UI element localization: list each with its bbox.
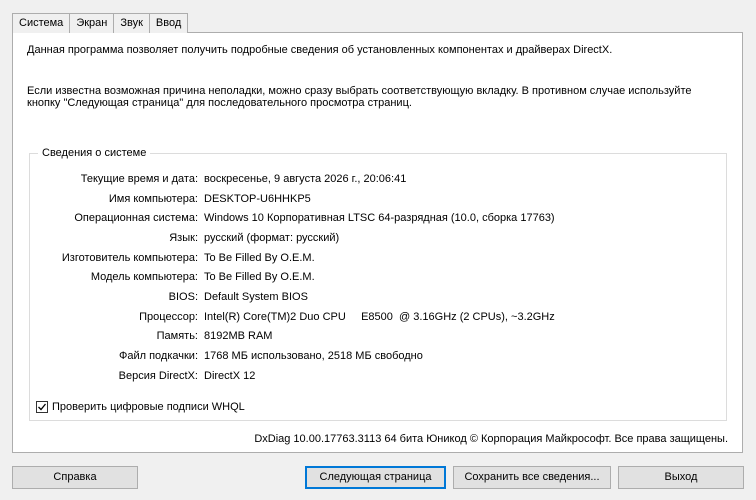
info-row-directx-version: Версия DirectX: DirectX 12 <box>30 366 726 386</box>
info-label: Язык: <box>169 231 198 244</box>
info-row-page-file: Файл подкачки: 1768 МБ использовано, 251… <box>30 346 726 366</box>
exit-button[interactable]: Выход <box>618 466 744 489</box>
tab-system[interactable]: Система <box>12 13 71 33</box>
info-label: Текущие время и дата: <box>80 172 198 185</box>
version-copyright: DxDiag 10.00.17763.3113 64 бита Юникод ©… <box>254 433 728 445</box>
info-label: Имя компьютера: <box>108 192 198 205</box>
info-label: Изготовитель компьютера: <box>61 251 198 264</box>
whql-checkbox-label: Проверить цифровые подписи WHQL <box>52 401 245 413</box>
info-value: 8192MB RAM <box>204 330 273 343</box>
system-info-rows: Текущие время и дата: воскресенье, 9 авг… <box>30 169 726 386</box>
tab-panel: Данная программа позволяет получить подр… <box>12 32 743 453</box>
help-button[interactable]: Справка <box>12 466 138 489</box>
info-row-model: Модель компьютера: To Be Filled By O.E.M… <box>30 267 726 287</box>
tab-bar: Система Экран Звук Ввод <box>12 11 189 33</box>
info-label: Операционная система: <box>74 212 198 225</box>
tab-input[interactable]: Ввод <box>148 13 189 33</box>
whql-checkbox-row[interactable]: Проверить цифровые подписи WHQL <box>36 401 245 413</box>
info-value: To Be Filled By O.E.M. <box>204 271 315 284</box>
info-row-datetime: Текущие время и дата: воскресенье, 9 авг… <box>30 169 726 189</box>
info-value: воскресенье, 9 августа 2026 г., 20:06:41 <box>204 172 407 185</box>
info-value: To Be Filled By O.E.M. <box>204 251 315 264</box>
info-label: Модель компьютера: <box>90 271 198 284</box>
info-row-language: Язык: русский (формат: русский) <box>30 228 726 248</box>
tab-sound[interactable]: Звук <box>113 13 150 33</box>
info-value: Windows 10 Корпоративная LTSC 64-разрядн… <box>204 212 555 225</box>
info-value: Intel(R) Core(TM)2 Duo CPU E8500 @ 3.16G… <box>204 310 555 323</box>
system-info-group: Сведения о системе Текущие время и дата:… <box>29 146 727 421</box>
info-row-memory: Память: 8192MB RAM <box>30 327 726 347</box>
info-row-os: Операционная система: Windows 10 Корпора… <box>30 208 726 228</box>
info-row-bios: BIOS: Default System BIOS <box>30 287 726 307</box>
info-row-manufacturer: Изготовитель компьютера: To Be Filled By… <box>30 248 726 268</box>
info-row-computer-name: Имя компьютера: DESKTOP-U6HHKP5 <box>30 189 726 209</box>
info-value: DESKTOP-U6HHKP5 <box>204 192 311 205</box>
info-label: Версия DirectX: <box>118 369 198 382</box>
info-label: Файл подкачки: <box>118 350 198 363</box>
system-info-title: Сведения о системе <box>38 146 151 161</box>
next-page-button[interactable]: Следующая страница <box>305 466 446 489</box>
info-value: DirectX 12 <box>204 369 256 382</box>
whql-checkbox[interactable] <box>36 401 48 413</box>
info-label: BIOS: <box>168 290 198 303</box>
info-row-processor: Процессор: Intel(R) Core(TM)2 Duo CPU E8… <box>30 307 726 327</box>
info-value: Default System BIOS <box>204 290 308 303</box>
intro-hint-line2: кнопку "Следующая страница" для последов… <box>27 97 412 109</box>
info-value: 1768 МБ использовано, 2518 МБ свободно <box>204 350 423 363</box>
info-value: русский (формат: русский) <box>204 231 340 244</box>
info-label: Процессор: <box>139 310 198 323</box>
tab-display[interactable]: Экран <box>69 13 115 33</box>
info-label: Память: <box>156 330 198 343</box>
checkmark-icon <box>38 403 47 411</box>
intro-text: Данная программа позволяет получить подр… <box>27 44 613 56</box>
save-all-info-button[interactable]: Сохранить все сведения... <box>453 466 611 489</box>
